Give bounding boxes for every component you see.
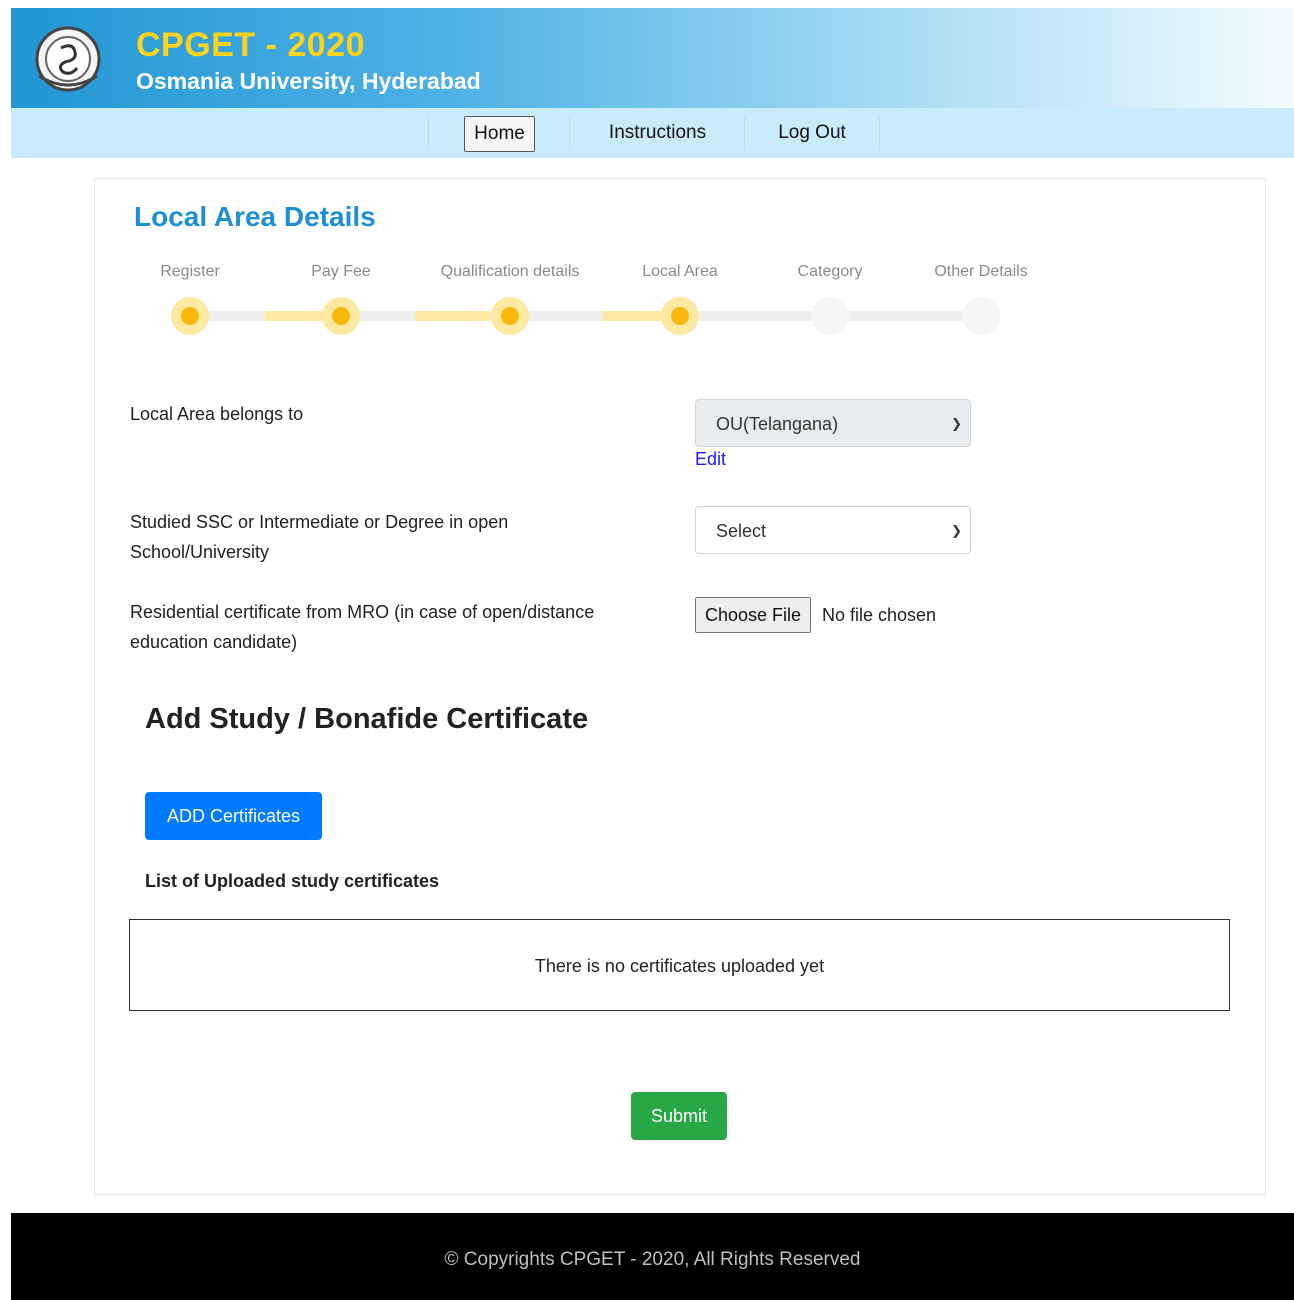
open-school-label: Studied SSC or Intermediate or Degree in… [130, 512, 509, 562]
edit-link[interactable]: Edit [695, 449, 726, 470]
step-label-register: Register [160, 263, 220, 280]
certificates-empty-state: There is no certificates uploaded yet [129, 919, 1230, 1011]
site-subtitle: Osmania University, Hyderabad [136, 68, 481, 94]
stepper-track-done [415, 311, 490, 321]
open-school-select[interactable]: Select ❯ [695, 506, 971, 554]
step-dot-local-area [661, 297, 699, 335]
chevron-down-icon: ❯ [951, 523, 962, 538]
open-school-select-value: Select [716, 521, 767, 541]
site-header: CPGET - 2020 Osmania University, Hyderab… [11, 8, 1294, 108]
nav-home[interactable]: Home [428, 116, 570, 152]
certificates-heading: Add Study / Bonafide Certificate [145, 703, 589, 735]
residential-certificate-label: Residential certificate from MRO (in cas… [130, 602, 595, 652]
step-dot-register [171, 297, 209, 335]
local-area-label: Local Area belongs to [130, 404, 304, 424]
nav-home-label: Home [464, 116, 535, 152]
submit-button[interactable]: Submit [631, 1092, 727, 1140]
site-footer: © Copyrights CPGET - 2020, All Rights Re… [11, 1213, 1294, 1300]
step-label-pay-fee: Pay Fee [311, 263, 371, 280]
main-nav: Home Instructions Log Out [11, 108, 1294, 158]
step-dot-category [811, 297, 849, 335]
choose-file-button[interactable]: Choose File [695, 597, 812, 633]
nav-instructions[interactable]: Instructions [569, 116, 745, 150]
chevron-down-icon: ❯ [951, 416, 962, 431]
uploaded-certificates-title: List of Uploaded study certificates [145, 871, 440, 891]
step-label-category: Category [797, 263, 863, 280]
local-area-select[interactable]: OU(Telangana) ❯ [695, 399, 971, 447]
local-area-select-value: OU(Telangana) [716, 414, 839, 434]
site-title: CPGET - 2020 [136, 26, 365, 64]
step-dot-qualification [491, 297, 529, 335]
step-label-qualification: Qualification details [440, 263, 580, 280]
step-label-other-details: Other Details [934, 263, 1028, 280]
file-status: No file chosen [822, 605, 937, 625]
page: CPGET - 2020 Osmania University, Hyderab… [0, 0, 1294, 1300]
add-certificates-button[interactable]: ADD Certificates [145, 792, 322, 840]
page-title: Local Area Details [134, 201, 376, 232]
nav-logout[interactable]: Log Out [744, 116, 880, 150]
step-dot-other-details [962, 297, 1000, 335]
step-label-local-area: Local Area [642, 263, 718, 280]
step-dot-pay-fee [322, 297, 360, 335]
form-card: Local Area Details Register Pay Fee Qual… [94, 178, 1266, 1195]
university-seal-icon [33, 24, 103, 94]
